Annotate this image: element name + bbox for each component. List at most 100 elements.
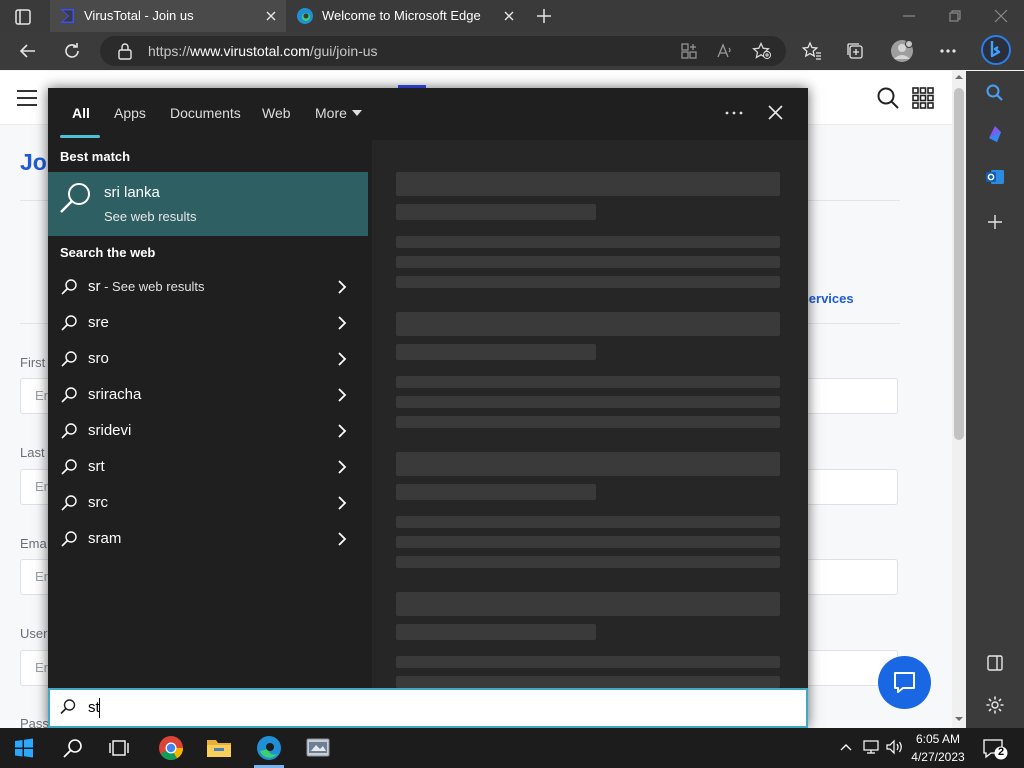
close-window-icon[interactable] xyxy=(993,9,1009,23)
web-search-icon xyxy=(60,530,78,548)
minimize-icon[interactable] xyxy=(901,9,917,23)
email-label: Ema xyxy=(20,536,47,551)
notification-count: 2 xyxy=(997,746,1005,758)
sidebar-copilot-icon[interactable] xyxy=(985,124,1005,144)
filter-apps[interactable]: Apps xyxy=(114,105,146,121)
first-name-placeholder: Er xyxy=(35,388,48,403)
profile-avatar[interactable] xyxy=(890,39,914,63)
web-result-term: sr xyxy=(88,278,101,295)
chevron-right-icon[interactable] xyxy=(336,459,348,475)
edge-icon xyxy=(296,7,314,25)
close-search-icon[interactable] xyxy=(767,104,784,121)
chat-button[interactable] xyxy=(878,656,931,709)
taskbar-edge-icon[interactable] xyxy=(256,735,282,761)
loading-placeholder xyxy=(396,624,596,640)
web-search-icon xyxy=(60,314,78,332)
tab-welcome-edge[interactable]: Welcome to Microsoft Edge xyxy=(288,0,524,32)
web-result-term: src xyxy=(88,494,108,511)
show-hidden-icons-icon[interactable] xyxy=(839,741,853,753)
chevron-right-icon[interactable] xyxy=(336,387,348,403)
network-icon[interactable] xyxy=(862,739,880,755)
restore-icon[interactable] xyxy=(947,9,963,23)
task-view-icon[interactable] xyxy=(108,737,130,759)
web-result-item[interactable]: sr - See web results xyxy=(48,269,368,305)
windows-start-icon[interactable] xyxy=(14,738,34,758)
loading-placeholder xyxy=(396,396,780,408)
read-aloud-icon[interactable] xyxy=(716,42,734,60)
scroll-up-icon[interactable] xyxy=(954,73,964,81)
options-ellipsis-icon[interactable] xyxy=(724,110,744,116)
username-placeholder: Er xyxy=(35,660,48,675)
web-result-item[interactable]: src xyxy=(48,485,368,521)
web-result-item[interactable]: sro xyxy=(48,341,368,377)
clock-date[interactable]: 4/27/2023 xyxy=(906,750,970,764)
web-result-item[interactable]: sram xyxy=(48,521,368,557)
text-caret xyxy=(99,698,100,718)
hamburger-menu-icon[interactable] xyxy=(16,88,38,108)
favorites-icon[interactable] xyxy=(802,41,822,61)
clock-time[interactable]: 6:05 AM xyxy=(910,732,966,746)
screen: VirusTotal - Join us Welcome to Microsof… xyxy=(0,0,1024,768)
web-result-item[interactable]: sridevi xyxy=(48,413,368,449)
best-match-item[interactable] xyxy=(48,172,368,236)
new-tab-icon[interactable] xyxy=(535,7,553,25)
filter-documents[interactable]: Documents xyxy=(170,105,241,121)
web-result-term: sridevi xyxy=(88,422,132,439)
settings-more-icon[interactable] xyxy=(938,42,958,60)
chevron-right-icon[interactable] xyxy=(336,315,348,331)
collections-icon[interactable] xyxy=(845,41,865,61)
add-favorite-icon[interactable] xyxy=(752,42,772,60)
filter-all[interactable]: All xyxy=(72,105,90,121)
chevron-right-icon[interactable] xyxy=(336,531,348,547)
taskbar-search-icon[interactable] xyxy=(62,737,84,759)
filter-more[interactable]: More xyxy=(315,105,347,121)
loading-placeholder xyxy=(396,484,596,500)
hide-sidebar-icon[interactable] xyxy=(986,654,1004,672)
chevron-right-icon[interactable] xyxy=(336,423,348,439)
filter-web[interactable]: Web xyxy=(262,105,291,121)
chrome-icon[interactable] xyxy=(158,735,184,761)
close-tab-icon[interactable] xyxy=(502,9,516,23)
page-search-icon[interactable] xyxy=(876,86,900,110)
volume-icon[interactable] xyxy=(885,739,905,755)
app-available-icon[interactable] xyxy=(680,42,698,60)
search-web-heading: Search the web xyxy=(60,245,156,260)
scrollbar-thumb[interactable] xyxy=(954,88,964,440)
tab-actions-icon[interactable] xyxy=(14,8,32,26)
best-match-subtitle: See web results xyxy=(104,209,197,224)
chevron-right-icon[interactable] xyxy=(336,495,348,511)
web-search-icon xyxy=(60,278,78,296)
scroll-down-icon[interactable] xyxy=(954,715,964,723)
sidebar-outlook-icon[interactable] xyxy=(985,167,1005,187)
first-name-label: First xyxy=(20,355,46,370)
web-result-item[interactable]: sre xyxy=(48,305,368,341)
chevron-right-icon[interactable] xyxy=(336,279,348,295)
loading-placeholder xyxy=(396,452,780,476)
loading-placeholder xyxy=(396,376,780,388)
sidebar-add-icon[interactable] xyxy=(986,213,1004,231)
web-result-term: sro xyxy=(88,350,109,367)
loading-placeholder xyxy=(396,204,596,220)
sidebar-settings-icon[interactable] xyxy=(985,695,1005,715)
last-name-label: Last xyxy=(20,445,45,460)
chevron-right-icon[interactable] xyxy=(336,351,348,367)
page-heading: Jo xyxy=(20,149,47,175)
refresh-icon[interactable] xyxy=(62,41,82,61)
web-result-item[interactable]: sriracha xyxy=(48,377,368,413)
bing-chat-icon[interactable] xyxy=(980,34,1012,66)
searchbox-icon xyxy=(59,698,77,716)
apps-grid-icon[interactable] xyxy=(912,87,934,109)
app-window-icon[interactable] xyxy=(305,736,331,760)
email-placeholder: Er xyxy=(35,569,48,584)
back-icon[interactable] xyxy=(18,41,38,61)
close-tab-icon[interactable] xyxy=(264,9,278,23)
sidebar-search-icon[interactable] xyxy=(985,83,1005,103)
tab-virustotal[interactable]: VirusTotal - Join us xyxy=(50,0,286,32)
web-result-label: sram xyxy=(88,530,121,547)
more-dropdown-icon[interactable] xyxy=(352,110,362,116)
file-explorer-icon[interactable] xyxy=(206,737,232,759)
lock-icon[interactable] xyxy=(117,42,133,60)
web-result-item[interactable]: srt xyxy=(48,449,368,485)
web-result-suffix: - See web results xyxy=(100,279,205,294)
search-box[interactable] xyxy=(48,688,808,728)
